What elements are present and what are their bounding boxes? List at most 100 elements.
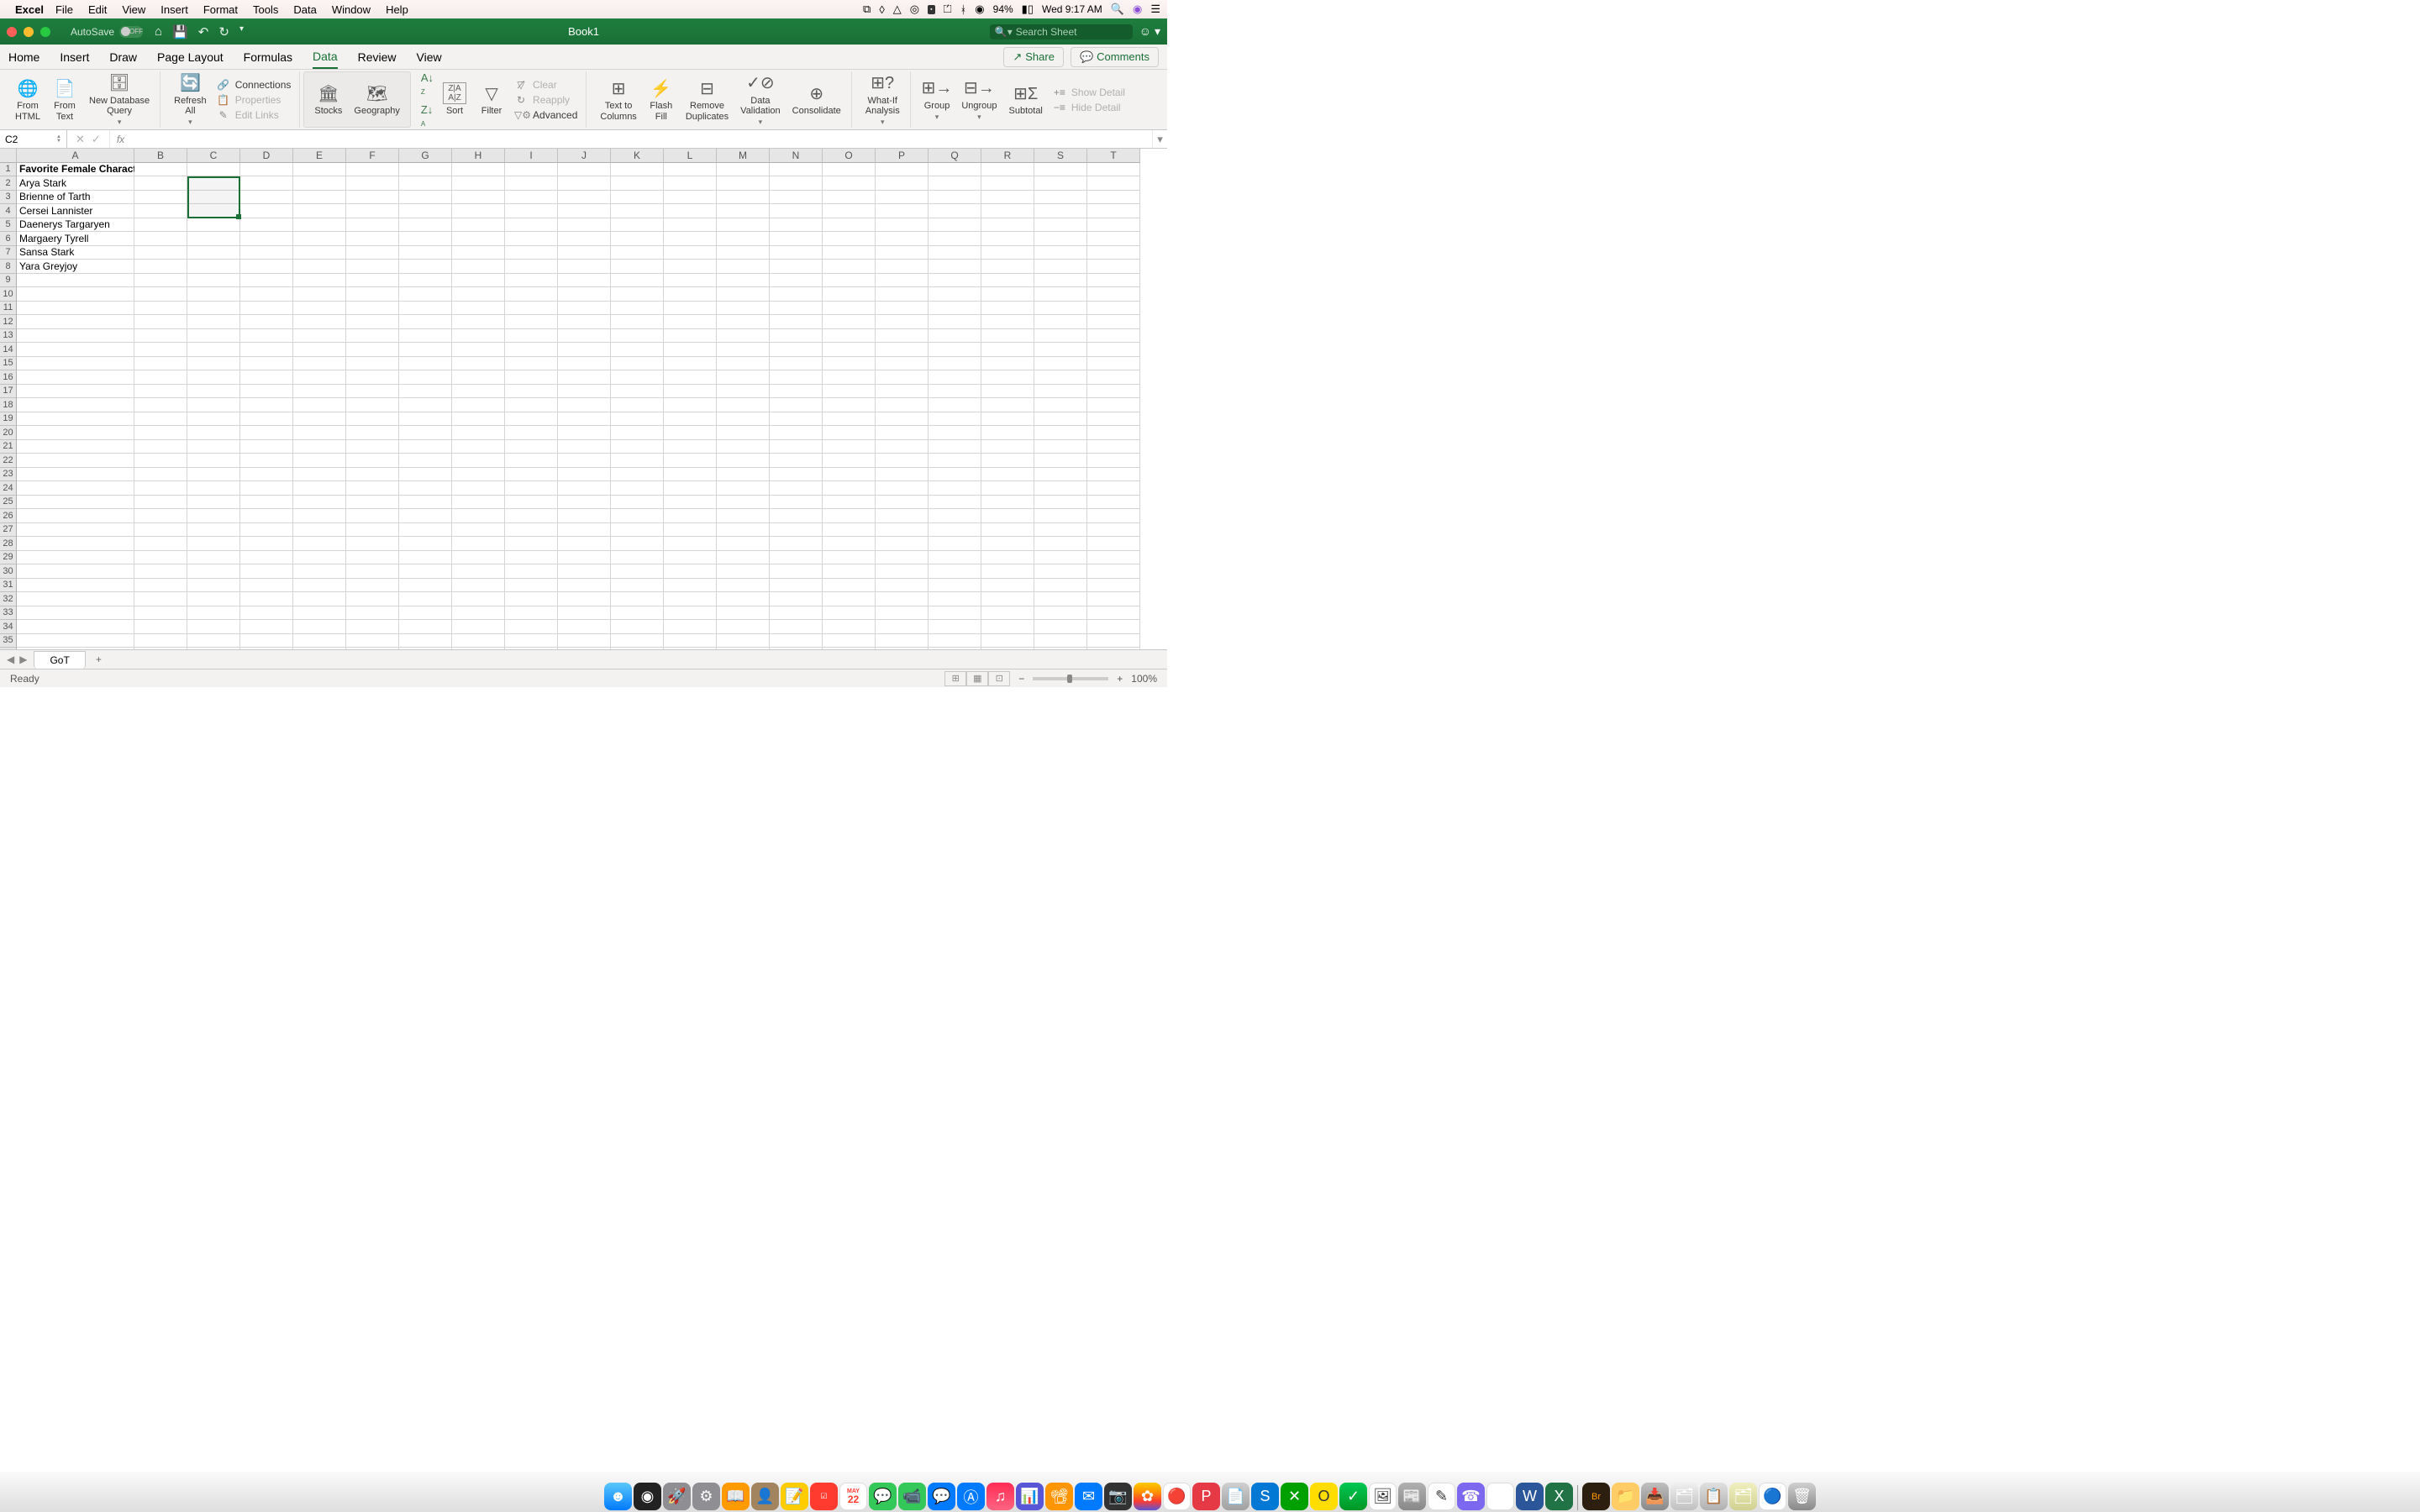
cell-K16[interactable] xyxy=(611,370,664,385)
cell-J5[interactable] xyxy=(558,218,611,233)
cell-J21[interactable] xyxy=(558,440,611,454)
cell-L25[interactable] xyxy=(664,496,717,510)
cell-T2[interactable] xyxy=(1087,176,1140,191)
cell-H6[interactable] xyxy=(452,232,505,246)
cell-R14[interactable] xyxy=(981,343,1034,357)
cell-E14[interactable] xyxy=(293,343,346,357)
cell-O17[interactable] xyxy=(823,385,876,399)
cell-N13[interactable] xyxy=(770,329,823,344)
cell-O2[interactable] xyxy=(823,176,876,191)
cell-S6[interactable] xyxy=(1034,232,1087,246)
cell-B23[interactable] xyxy=(134,468,187,482)
dock-contacts[interactable]: 👤 xyxy=(751,1483,779,1510)
cell-H7[interactable] xyxy=(452,246,505,260)
cell-F36[interactable] xyxy=(346,648,399,649)
cell-A34[interactable] xyxy=(17,620,134,634)
cell-K15[interactable] xyxy=(611,357,664,371)
cell-P30[interactable] xyxy=(876,564,929,579)
cell-C19[interactable] xyxy=(187,412,240,427)
cell-B9[interactable] xyxy=(134,274,187,288)
cell-S8[interactable] xyxy=(1034,260,1087,274)
cell-T7[interactable] xyxy=(1087,246,1140,260)
cell-K11[interactable] xyxy=(611,302,664,316)
cell-A18[interactable] xyxy=(17,398,134,412)
cell-E29[interactable] xyxy=(293,551,346,565)
menu-tools[interactable]: Tools xyxy=(253,3,278,16)
cell-C29[interactable] xyxy=(187,551,240,565)
cell-K4[interactable] xyxy=(611,204,664,218)
cell-F3[interactable] xyxy=(346,191,399,205)
cell-M35[interactable] xyxy=(717,634,770,648)
cell-F24[interactable] xyxy=(346,481,399,496)
dock-app-4[interactable]: 📋 xyxy=(1700,1483,1728,1510)
cell-O28[interactable] xyxy=(823,537,876,551)
cell-C1[interactable] xyxy=(187,163,240,177)
cell-K1[interactable] xyxy=(611,163,664,177)
column-header-M[interactable]: M xyxy=(717,149,770,163)
dock-chrome[interactable]: 🔴 xyxy=(1163,1483,1191,1510)
cell-B27[interactable] xyxy=(134,523,187,538)
column-header-K[interactable]: K xyxy=(611,149,664,163)
cell-B34[interactable] xyxy=(134,620,187,634)
cell-C25[interactable] xyxy=(187,496,240,510)
cell-L22[interactable] xyxy=(664,454,717,468)
column-header-J[interactable]: J xyxy=(558,149,611,163)
cell-D25[interactable] xyxy=(240,496,293,510)
share-button[interactable]: ↗Share xyxy=(1003,47,1064,67)
cell-I29[interactable] xyxy=(505,551,558,565)
cell-O26[interactable] xyxy=(823,509,876,523)
cell-B13[interactable] xyxy=(134,329,187,344)
cell-T31[interactable] xyxy=(1087,579,1140,593)
cell-L14[interactable] xyxy=(664,343,717,357)
cell-F27[interactable] xyxy=(346,523,399,538)
dock-photos[interactable]: ✿ xyxy=(1134,1483,1161,1510)
cell-A7[interactable]: Sansa Stark xyxy=(17,246,134,260)
cell-G32[interactable] xyxy=(399,592,452,606)
dock-folder-2[interactable]: 🗂 xyxy=(1670,1483,1698,1510)
row-header-17[interactable]: 17 xyxy=(0,385,17,399)
cell-H21[interactable] xyxy=(452,440,505,454)
cell-C9[interactable] xyxy=(187,274,240,288)
zoom-slider[interactable] xyxy=(1033,677,1108,680)
cell-I20[interactable] xyxy=(505,426,558,440)
cell-B22[interactable] xyxy=(134,454,187,468)
cell-R28[interactable] xyxy=(981,537,1034,551)
cell-K19[interactable] xyxy=(611,412,664,427)
cell-B20[interactable] xyxy=(134,426,187,440)
cell-Q22[interactable] xyxy=(929,454,981,468)
cell-M16[interactable] xyxy=(717,370,770,385)
remove-duplicates-button[interactable]: ⊟Remove Duplicates xyxy=(682,76,732,123)
cell-M8[interactable] xyxy=(717,260,770,274)
cell-R27[interactable] xyxy=(981,523,1034,538)
properties-button[interactable]: 📋Properties xyxy=(215,93,293,107)
cell-N21[interactable] xyxy=(770,440,823,454)
cell-R6[interactable] xyxy=(981,232,1034,246)
cell-I28[interactable] xyxy=(505,537,558,551)
cell-I23[interactable] xyxy=(505,468,558,482)
cell-C21[interactable] xyxy=(187,440,240,454)
cell-G11[interactable] xyxy=(399,302,452,316)
cell-I11[interactable] xyxy=(505,302,558,316)
cell-O30[interactable] xyxy=(823,564,876,579)
qat-customize-icon[interactable]: ▾ xyxy=(239,24,244,39)
cell-B25[interactable] xyxy=(134,496,187,510)
cell-A28[interactable] xyxy=(17,537,134,551)
cell-B12[interactable] xyxy=(134,315,187,329)
dock-mail[interactable]: ✉ xyxy=(1075,1483,1102,1510)
cell-B24[interactable] xyxy=(134,481,187,496)
column-header-T[interactable]: T xyxy=(1087,149,1140,163)
cell-I33[interactable] xyxy=(505,606,558,621)
consolidate-button[interactable]: ⊕Consolidate xyxy=(789,81,844,118)
column-header-D[interactable]: D xyxy=(240,149,293,163)
column-header-A[interactable]: A xyxy=(17,149,134,163)
cell-S14[interactable] xyxy=(1034,343,1087,357)
cell-E16[interactable] xyxy=(293,370,346,385)
dock-messages-1[interactable]: 💬 xyxy=(869,1483,897,1510)
cell-D29[interactable] xyxy=(240,551,293,565)
cell-M27[interactable] xyxy=(717,523,770,538)
cell-Q18[interactable] xyxy=(929,398,981,412)
cell-M30[interactable] xyxy=(717,564,770,579)
cell-D17[interactable] xyxy=(240,385,293,399)
cell-S18[interactable] xyxy=(1034,398,1087,412)
tab-review[interactable]: Review xyxy=(358,46,397,68)
